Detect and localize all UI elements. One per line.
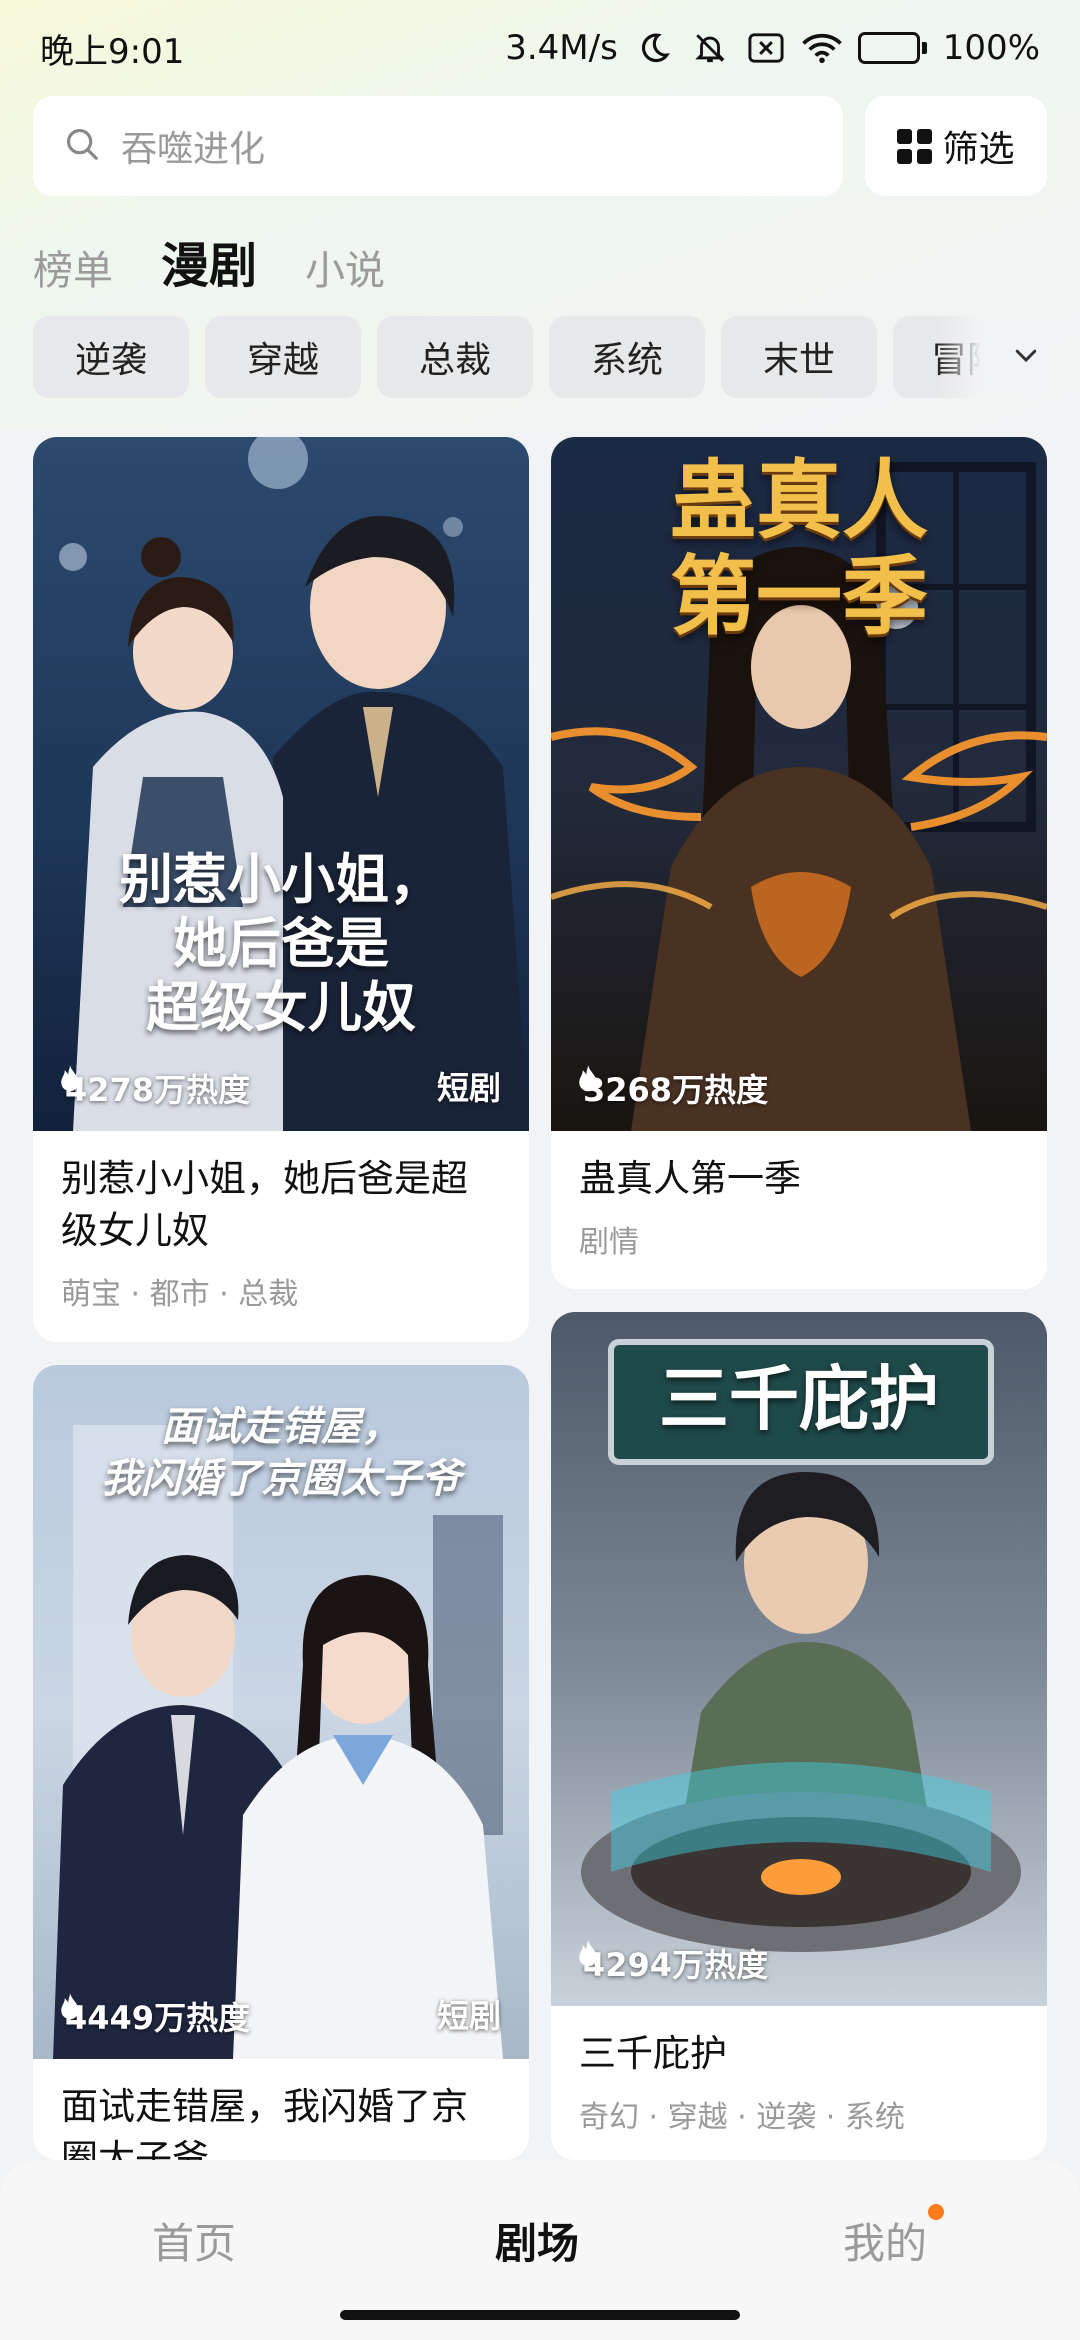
card-info: 面试走错屋，我闪婚了京圈太子爷 xyxy=(33,2059,529,2160)
battery-icon xyxy=(857,32,927,64)
mute-bell-icon xyxy=(690,28,730,68)
drama-poster: 别惹小小姐， 她后爸是 超级女儿奴 4278万热度 短剧 xyxy=(33,437,529,1131)
genre-chips: 逆袭 穿越 总裁 系统 末世 冒险 xyxy=(33,316,1047,398)
tab-novels[interactable]: 小说 xyxy=(305,238,385,296)
poster-title-text: 蛊真人 第一季 xyxy=(670,450,928,647)
tab-manga-drama[interactable]: 漫剧 xyxy=(161,226,257,296)
chip-genre[interactable]: 逆袭 xyxy=(33,316,189,398)
drama-card[interactable]: 面试走错屋， 我闪婚了京圈太子爷 4449万热度 短剧 面试走错屋，我闪婚了京圈… xyxy=(33,1365,529,2160)
card-tags: 萌宝 · 都市 · 总裁 xyxy=(61,1277,299,1312)
heat-count: 4449万热度 xyxy=(59,1993,250,2039)
short-drama-badge: 短剧 xyxy=(436,1069,501,1107)
short-drama-badge: 短剧 xyxy=(436,1997,501,2035)
notification-dot xyxy=(928,2204,944,2220)
card-info: 别惹小小姐，她后爸是超级女儿奴 萌宝 · 都市 · 总裁 xyxy=(33,1131,529,1313)
card-title: 蛊真人第一季 xyxy=(579,1157,801,1200)
heat-value: 4294万热度 xyxy=(583,1946,769,1984)
drama-poster: 三千庇护 4294万热度 xyxy=(551,1312,1047,2006)
card-tags: 剧情 xyxy=(579,1225,639,1260)
drama-poster: 蛊真人 第一季 3268万热度 xyxy=(551,437,1047,1131)
drama-poster: 面试走错屋， 我闪婚了京圈太子爷 4449万热度 短剧 xyxy=(33,1365,529,2059)
search-input[interactable]: 吞噬进化 xyxy=(33,96,843,196)
nav-theater[interactable]: 剧场 xyxy=(495,2210,579,2271)
drama-card[interactable]: 三千庇护 4294万热度 三千庇护 奇幻 · 穿越 · 逆袭 · 系统 xyxy=(551,1312,1047,2160)
card-info: 蛊真人第一季 剧情 xyxy=(551,1131,1047,1261)
network-speed: 3.4M/s xyxy=(505,28,618,68)
heat-count: 3268万热度 xyxy=(577,1065,768,1111)
chip-genre[interactable]: 系统 xyxy=(549,316,705,398)
chip-genre[interactable]: 穿越 xyxy=(205,316,361,398)
drama-card[interactable]: 别惹小小姐， 她后爸是 超级女儿奴 4278万热度 短剧 别惹小小姐，她后爸是超… xyxy=(33,437,529,1342)
poster-title-text: 三千庇护 xyxy=(659,1357,939,1440)
heat-value: 4449万热度 xyxy=(65,1999,251,2037)
battery-percent: 100% xyxy=(942,28,1040,68)
nav-home[interactable]: 首页 xyxy=(152,2210,236,2271)
status-bar: 晚上9:01 3.4M/s 100% xyxy=(0,0,1080,96)
heat-count: 4294万热度 xyxy=(577,1940,768,1986)
drama-card[interactable]: 蛊真人 第一季 3268万热度 蛊真人第一季 剧情 xyxy=(551,437,1047,1289)
expand-chips-button[interactable] xyxy=(937,316,1047,398)
heat-value: 3268万热度 xyxy=(583,1071,769,1109)
search-placeholder: 吞噬进化 xyxy=(121,129,266,170)
status-icons: 3.4M/s 100% xyxy=(505,28,1040,68)
poster-title-text: 别惹小小姐， 她后爸是 超级女儿奴 xyxy=(119,847,443,1039)
filter-label: 筛选 xyxy=(942,129,1015,170)
chip-genre[interactable]: 末世 xyxy=(721,316,877,398)
chip-genre[interactable]: 总裁 xyxy=(377,316,533,398)
filter-button[interactable]: 筛选 xyxy=(865,96,1047,196)
poster-title-text: 面试走错屋， 我闪婚了京圈太子爷 xyxy=(101,1403,461,1502)
nav-profile[interactable]: 我的 xyxy=(843,2210,927,2271)
heat-count: 4278万热度 xyxy=(59,1065,250,1111)
no-sim-icon xyxy=(746,28,786,68)
moon-icon xyxy=(634,28,674,68)
card-info: 三千庇护 奇幻 · 穿越 · 逆袭 · 系统 xyxy=(551,2006,1047,2136)
home-indicator[interactable] xyxy=(340,2310,740,2320)
card-title: 别惹小小姐，她后爸是超级女儿奴 xyxy=(61,1157,468,1252)
search-icon xyxy=(63,125,101,167)
search-row: 吞噬进化 筛选 xyxy=(33,96,1047,196)
card-title: 面试走错屋，我闪婚了京圈太子爷 xyxy=(61,2085,468,2160)
wifi-icon xyxy=(802,28,842,68)
grid-icon xyxy=(897,128,933,164)
tab-rankings[interactable]: 榜单 xyxy=(33,238,113,296)
status-time: 晚上9:01 xyxy=(40,31,185,72)
card-title: 三千庇护 xyxy=(579,2032,727,2075)
heat-value: 4278万热度 xyxy=(65,1071,251,1109)
card-tags: 奇幻 · 穿越 · 逆袭 · 系统 xyxy=(579,2100,905,2135)
chevron-down-icon xyxy=(1011,340,1041,374)
category-tabs: 榜单 漫剧 小说 xyxy=(33,226,385,296)
